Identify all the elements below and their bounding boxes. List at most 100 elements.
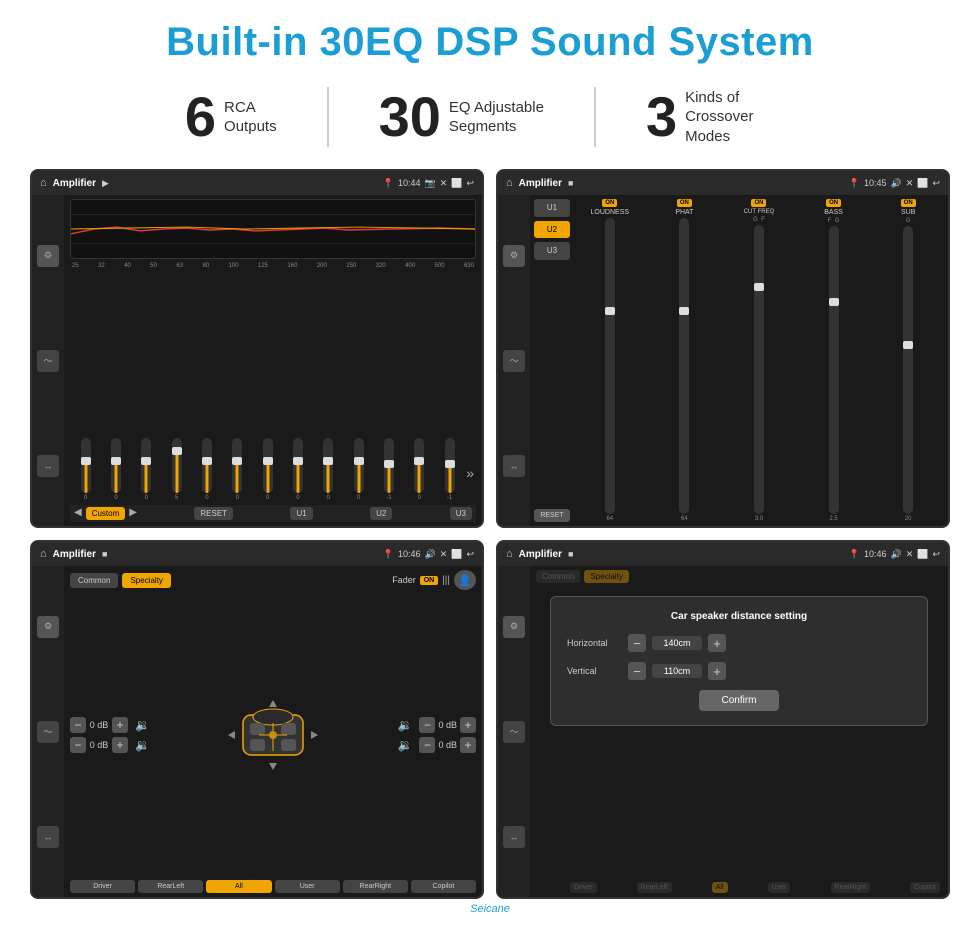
cx-icon-1[interactable]: ⚙ xyxy=(503,245,525,267)
fader-bottom-btns: Driver RearLeft All User RearRight Copil… xyxy=(70,880,476,893)
eq-window-icon: ⬜ xyxy=(451,178,462,189)
cx-time: 10:45 xyxy=(864,178,887,188)
fader-user-btn[interactable]: User xyxy=(275,880,340,893)
fader-minus-3[interactable]: − xyxy=(419,717,435,733)
cx-icon-3[interactable]: ↔ xyxy=(503,455,525,477)
stats-row: 6 RCAOutputs 30 EQ AdjustableSegments 3 … xyxy=(30,87,950,147)
fader-icon-1[interactable]: ⚙ xyxy=(37,616,59,638)
fader-rearright-btn[interactable]: RearRight xyxy=(343,880,408,893)
fader-window-icon: ⬜ xyxy=(451,549,462,560)
watermark: Seicane xyxy=(470,903,510,915)
fader-time: 10:46 xyxy=(398,549,421,559)
dist-bg-tabs: Common Specialty xyxy=(536,570,942,583)
eq-custom-btn[interactable]: Custom xyxy=(86,507,126,520)
fader-minus-2[interactable]: − xyxy=(70,737,86,753)
fader-topbar-right: 📍 10:46 🔊 ✕ ⬜ ↩ xyxy=(383,549,474,560)
eq-icon-1[interactable]: ⚙ xyxy=(37,245,59,267)
eq-u3-btn[interactable]: U3 xyxy=(450,507,472,520)
fader-all-btn[interactable]: All xyxy=(206,880,271,893)
eq-nav-arrows: ◀ Custom ▶ xyxy=(74,507,137,520)
fader-icon-2[interactable]: 〜 xyxy=(37,721,59,743)
fader-rearleft-btn[interactable]: RearLeft xyxy=(138,880,203,893)
dist-icon-3[interactable]: ↔ xyxy=(503,826,525,848)
eq-u1-btn[interactable]: U1 xyxy=(290,507,312,520)
stat-crossover: 3 Kinds ofCrossover Modes xyxy=(596,88,845,147)
page-title: Built-in 30EQ DSP Sound System xyxy=(166,20,814,65)
cx-topbar: ⌂ Amplifier ■ 📍 10:45 🔊 ✕ ⬜ ↩ xyxy=(498,171,948,195)
dist-content: ⚙ 〜 ↔ Common Specialty Car speaker dista… xyxy=(498,566,948,897)
cx-bass-on[interactable]: ON xyxy=(826,199,841,207)
fader-common-tab[interactable]: Common xyxy=(70,573,118,588)
stat-rca-label: RCAOutputs xyxy=(224,98,277,137)
dist-bg-user-btn: User xyxy=(768,882,791,893)
fader-plus-2[interactable]: + xyxy=(112,737,128,753)
eq-slider-12: -1 xyxy=(436,438,463,501)
eq-icon-3[interactable]: ↔ xyxy=(37,455,59,477)
fader-on-badge[interactable]: ON xyxy=(420,576,439,585)
fader-minus-1[interactable]: − xyxy=(70,717,86,733)
dist-horizontal-minus[interactable]: − xyxy=(628,634,646,652)
cx-presets: U1 U2 U3 RESET xyxy=(534,199,570,522)
dist-topbar: ⌂ Amplifier ■ 📍 10:46 🔊 ✕ ⬜ ↩ xyxy=(498,542,948,566)
eq-sliders-area: 0 0 0 5 xyxy=(70,273,476,501)
fader-plus-3[interactable]: + xyxy=(460,717,476,733)
eq-scroll-right[interactable]: » xyxy=(466,465,474,501)
eq-prev-btn[interactable]: ◀ xyxy=(74,507,82,520)
cx-sidebar: ⚙ 〜 ↔ xyxy=(498,195,530,526)
cx-u1-btn[interactable]: U1 xyxy=(534,199,570,217)
dist-horizontal-plus[interactable]: + xyxy=(708,634,726,652)
cx-phat-slider[interactable] xyxy=(679,218,689,514)
fader-db-row-2: − 0 dB + 🔉 xyxy=(70,737,150,753)
fader-icon-3[interactable]: ↔ xyxy=(37,826,59,848)
cx-loudness-slider[interactable] xyxy=(605,218,615,514)
cx-u3-btn[interactable]: U3 xyxy=(534,242,570,260)
cx-window-icon: ⬜ xyxy=(917,178,928,189)
cx-icon-2[interactable]: 〜 xyxy=(503,350,525,372)
fader-speaker-left2-icon: 🔉 xyxy=(135,738,150,752)
cx-loudness-on[interactable]: ON xyxy=(602,199,617,207)
fader-copilot-btn[interactable]: Copilot xyxy=(411,880,476,893)
cx-u2-btn[interactable]: U2 xyxy=(534,221,570,239)
cx-cutfreq-on[interactable]: ON xyxy=(751,199,766,207)
eq-slider-7: 0 xyxy=(284,438,311,501)
fader-topbar: ⌂ Amplifier ■ 📍 10:46 🔊 ✕ ⬜ ↩ xyxy=(32,542,482,566)
dist-vertical-plus[interactable]: + xyxy=(708,662,726,680)
fader-plus-1[interactable]: + xyxy=(112,717,128,733)
cx-phat: ON PHAT 64 xyxy=(649,199,721,522)
cx-bass-slider[interactable] xyxy=(829,226,839,514)
dist-icon-1[interactable]: ⚙ xyxy=(503,616,525,638)
eq-icon-2[interactable]: 〜 xyxy=(37,350,59,372)
cx-reset-btn[interactable]: RESET xyxy=(534,509,570,522)
fader-plus-4[interactable]: + xyxy=(460,737,476,753)
eq-content: ⚙ 〜 ↔ xyxy=(32,195,482,526)
dist-icon-2[interactable]: 〜 xyxy=(503,721,525,743)
fader-left-controls: − 0 dB + 🔉 − 0 dB + 🔉 xyxy=(70,717,150,753)
dist-record-icon: ■ xyxy=(568,549,573,559)
cx-cutfreq-slider[interactable] xyxy=(754,225,764,514)
cx-volume-icon: 🔊 xyxy=(890,178,901,189)
dist-confirm-btn[interactable]: Confirm xyxy=(699,690,779,711)
dist-back-icon: ↩ xyxy=(932,549,940,560)
eq-reset-btn[interactable]: RESET xyxy=(194,507,233,520)
dist-app-name: Amplifier xyxy=(519,549,562,560)
fader-car-diagram xyxy=(156,695,390,775)
eq-u2-btn[interactable]: U2 xyxy=(370,507,392,520)
dist-vertical-minus[interactable]: − xyxy=(628,662,646,680)
cx-sub-on[interactable]: ON xyxy=(901,199,916,207)
fader-specialty-tab[interactable]: Specialty xyxy=(122,573,170,588)
dist-time: 10:46 xyxy=(864,549,887,559)
fader-minus-4[interactable]: − xyxy=(419,737,435,753)
stat-rca-number: 6 xyxy=(185,89,216,145)
fader-middle: − 0 dB + 🔉 − 0 dB + 🔉 xyxy=(70,594,476,876)
eq-slider-0: 0 xyxy=(72,438,99,501)
eq-topbar: ⌂ Amplifier ▶ 📍 10:44 📷 ✕ ⬜ ↩ xyxy=(32,171,482,195)
cx-sub-slider[interactable] xyxy=(903,226,913,514)
eq-graph xyxy=(70,199,476,259)
cx-phat-on[interactable]: ON xyxy=(677,199,692,207)
fader-db-row-1: − 0 dB + 🔉 xyxy=(70,717,150,733)
fader-driver-btn[interactable]: Driver xyxy=(70,880,135,893)
cx-home-icon: ⌂ xyxy=(506,177,513,189)
dist-close-icon: ✕ xyxy=(906,549,914,560)
eq-next-btn[interactable]: ▶ xyxy=(129,507,137,520)
dist-bg-rearright-btn: RearRight xyxy=(831,882,871,893)
